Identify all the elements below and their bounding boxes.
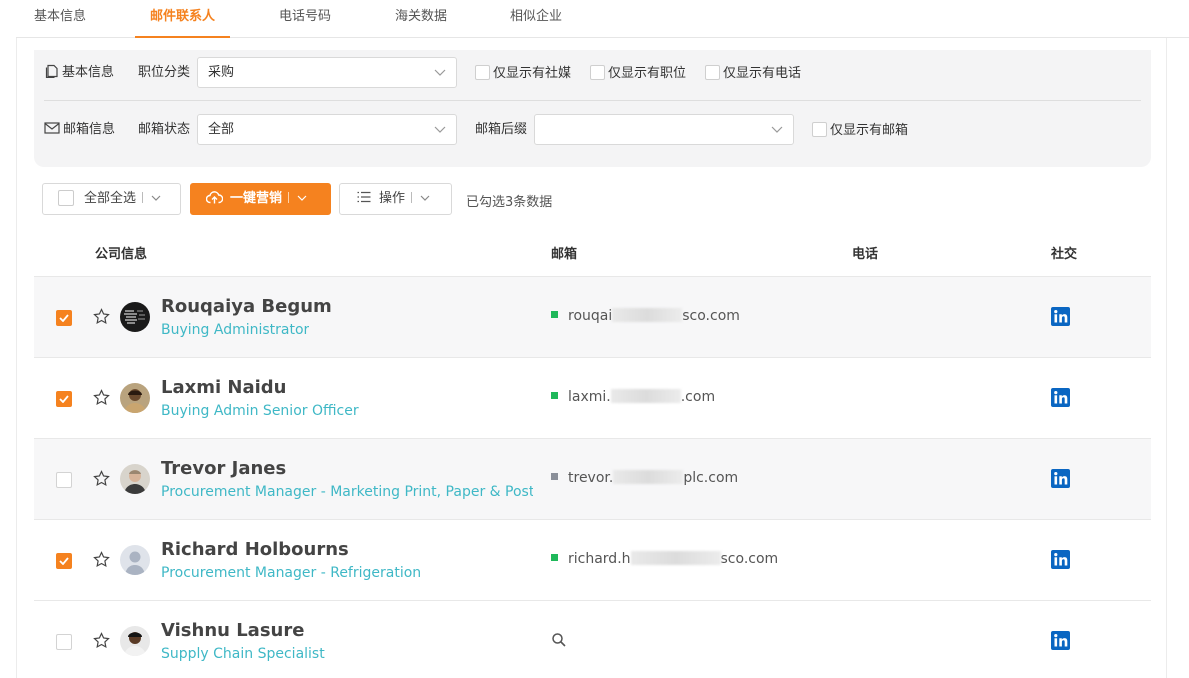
row-checkbox[interactable]	[56, 391, 72, 407]
contact-title[interactable]: Procurement Manager - Marketing Print, P…	[161, 484, 533, 500]
email-valid-indicator	[551, 311, 558, 318]
list-icon	[357, 191, 371, 203]
only-social-checkbox[interactable]: 仅显示有社媒	[475, 65, 571, 82]
select-all-button[interactable]: 全部全选	[42, 183, 181, 215]
linkedin-icon[interactable]	[1051, 388, 1070, 407]
avatar	[120, 383, 150, 413]
row-checkbox[interactable]	[56, 553, 72, 569]
position-category-label: 职位分类	[138, 65, 191, 80]
row-checkbox[interactable]	[56, 310, 72, 326]
contact-title[interactable]: Supply Chain Specialist	[161, 646, 325, 662]
avatar	[120, 464, 150, 494]
table-row[interactable]: Rouqaiya Begum Buying Administrator rouq…	[34, 276, 1151, 357]
separator	[288, 192, 290, 203]
only-phone-checkbox[interactable]: 仅显示有电话	[705, 65, 801, 82]
email-unknown-indicator	[551, 473, 558, 480]
table-row[interactable]: Laxmi Naidu Buying Admin Senior Officer …	[34, 357, 1151, 438]
email-info-filter-label: 邮箱信息	[44, 120, 115, 140]
search-icon[interactable]	[551, 632, 567, 648]
chevron-down-icon	[434, 126, 446, 133]
star-icon[interactable]	[93, 389, 110, 406]
chevron-down-icon	[771, 126, 783, 133]
email-valid-indicator	[551, 554, 558, 561]
star-icon[interactable]	[93, 632, 110, 649]
linkedin-icon[interactable]	[1051, 469, 1070, 488]
contact-name[interactable]: Vishnu Lasure	[161, 620, 304, 641]
basic-info-filter-label: 基本信息	[45, 63, 114, 83]
checkbox-box[interactable]	[590, 65, 605, 80]
email-status-label: 邮箱状态	[138, 122, 191, 137]
email-status-select[interactable]: 全部	[197, 114, 457, 145]
document-icon	[45, 64, 58, 78]
chevron-down-icon[interactable]	[297, 194, 307, 202]
select-all-checkbox[interactable]	[58, 190, 74, 206]
checkbox-box[interactable]	[812, 122, 827, 137]
table-row[interactable]: Trevor Janes Procurement Manager - Marke…	[34, 438, 1151, 519]
table-row[interactable]: Richard Holbourns Procurement Manager - …	[34, 519, 1151, 600]
tab-similar-companies[interactable]: 相似企业	[510, 0, 562, 38]
chevron-down-icon	[434, 69, 446, 76]
column-header-social: 社交	[1051, 247, 1078, 262]
tab-bar: 基本信息 邮件联系人 电话号码 海关数据 相似企业	[16, 0, 1189, 38]
position-category-select[interactable]: 采购	[197, 57, 457, 88]
column-header-email: 邮箱	[551, 247, 578, 262]
tab-basic-info[interactable]: 基本信息	[34, 0, 86, 38]
checkbox-box[interactable]	[705, 65, 720, 80]
email-suffix-select[interactable]	[534, 114, 794, 145]
email-suffix-label: 邮箱后缀	[475, 122, 528, 137]
cloud-upload-icon	[205, 191, 224, 204]
table-row[interactable]: Vishnu Lasure Supply Chain Specialist	[34, 600, 1151, 678]
row-checkbox[interactable]	[56, 472, 72, 488]
only-email-checkbox[interactable]: 仅显示有邮箱	[812, 122, 908, 139]
contact-name[interactable]: Trevor Janes	[161, 458, 286, 479]
frame-border-right	[1166, 38, 1167, 678]
email-valid-indicator	[551, 392, 558, 399]
operations-button[interactable]: 操作	[339, 183, 452, 215]
masked-email-part	[613, 470, 684, 484]
star-icon[interactable]	[93, 551, 110, 568]
row-checkbox[interactable]	[56, 634, 72, 650]
default-avatar-icon	[120, 545, 150, 575]
linkedin-icon[interactable]	[1051, 550, 1070, 569]
separator	[411, 192, 413, 203]
tab-email-contacts[interactable]: 邮件联系人	[135, 0, 230, 38]
masked-email-part	[612, 308, 683, 322]
filter-panel: 基本信息 职位分类 采购 仅显示有社媒 仅显示有职位 仅显示有电话 邮箱信息 邮…	[34, 50, 1151, 167]
contact-title[interactable]: Procurement Manager - Refrigeration	[161, 565, 421, 581]
separator	[142, 192, 144, 203]
filter-divider	[44, 100, 1141, 101]
contact-email[interactable]: rouqai sco.com	[551, 308, 740, 324]
star-icon[interactable]	[93, 470, 110, 487]
checkbox-box[interactable]	[475, 65, 490, 80]
tab-customs-data[interactable]: 海关数据	[395, 0, 447, 38]
check-icon	[59, 314, 69, 322]
contact-title[interactable]: Buying Admin Senior Officer	[161, 403, 359, 419]
column-header-company: 公司信息	[95, 247, 148, 262]
linkedin-icon[interactable]	[1051, 631, 1070, 650]
envelope-icon	[44, 122, 60, 134]
frame-border-left	[16, 38, 17, 678]
chevron-down-icon[interactable]	[151, 194, 161, 202]
check-icon	[59, 557, 69, 565]
column-header-phone: 电话	[852, 247, 879, 262]
masked-email-part	[610, 389, 681, 403]
check-icon	[59, 395, 69, 403]
contact-name[interactable]: Richard Holbourns	[161, 539, 349, 560]
avatar	[120, 302, 150, 332]
contact-name[interactable]: Laxmi Naidu	[161, 377, 287, 398]
masked-email-part	[630, 551, 721, 565]
contact-email[interactable]: trevor. plc.com	[551, 470, 738, 486]
one-click-marketing-button[interactable]: 一键营销	[190, 183, 331, 215]
contact-name[interactable]: Rouqaiya Begum	[161, 296, 332, 317]
only-position-checkbox[interactable]: 仅显示有职位	[590, 65, 686, 82]
contact-email[interactable]: laxmi. .com	[551, 389, 715, 405]
selected-count-text: 已勾选3条数据	[466, 195, 553, 210]
linkedin-icon[interactable]	[1051, 307, 1070, 326]
avatar	[120, 626, 150, 656]
tab-phone-numbers[interactable]: 电话号码	[279, 0, 331, 38]
star-icon[interactable]	[93, 308, 110, 325]
chevron-down-icon[interactable]	[420, 194, 430, 202]
contact-title[interactable]: Buying Administrator	[161, 322, 309, 338]
contact-email[interactable]: richard.h sco.com	[551, 551, 778, 567]
